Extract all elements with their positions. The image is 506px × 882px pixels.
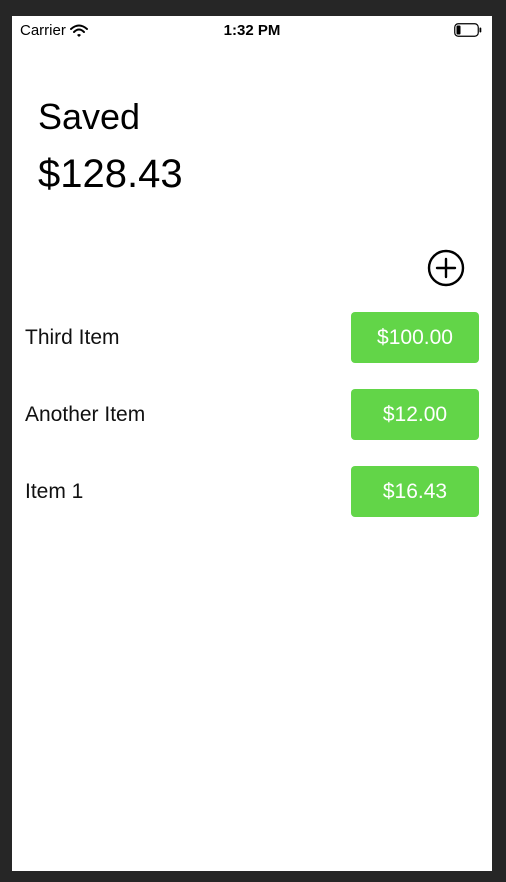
status-time: 1:32 PM xyxy=(223,22,281,39)
list-item: Another Item $12.00 xyxy=(12,389,492,441)
battery-low-icon xyxy=(454,23,482,37)
saved-amount: $128.43 xyxy=(38,152,183,196)
item-price-button[interactable]: $100.00 xyxy=(351,312,479,363)
status-bar: Carrier 1:32 PM xyxy=(12,16,492,46)
saved-label: Saved xyxy=(38,96,141,137)
item-price-button[interactable]: $12.00 xyxy=(351,389,479,440)
item-price-button[interactable]: $16.43 xyxy=(351,466,479,517)
phone-screen: Carrier 1:32 PM Saved $128.43 Third Item… xyxy=(12,16,492,871)
item-name: Item 1 xyxy=(25,480,84,503)
item-name: Third Item xyxy=(25,326,120,349)
plus-circle-icon xyxy=(427,249,465,287)
item-name: Another Item xyxy=(25,403,146,426)
list-item: Item 1 $16.43 xyxy=(12,466,492,518)
add-item-button[interactable] xyxy=(426,248,466,288)
list-item: Third Item $100.00 xyxy=(12,312,492,364)
